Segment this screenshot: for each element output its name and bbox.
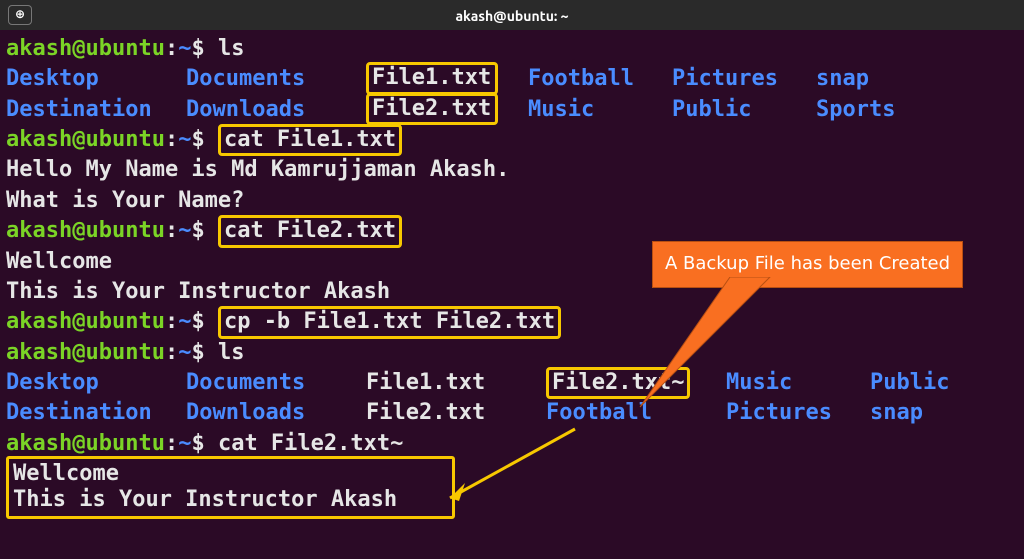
highlight-cat1: cat File1.txt bbox=[218, 124, 402, 156]
ls-item: Desktop bbox=[6, 368, 186, 398]
new-tab-icon: ⊕ bbox=[15, 7, 25, 24]
callout-text: A Backup File has been Created bbox=[665, 253, 950, 274]
terminal[interactable]: akash@ubuntu:~$ ls DesktopDocumentsFile1… bbox=[0, 30, 1024, 520]
highlight-backup-file: File2.txt~ bbox=[546, 367, 690, 399]
annotation-callout: A Backup File has been Created bbox=[652, 241, 963, 288]
prompt-user: akash@ubuntu bbox=[6, 36, 165, 61]
prompt-line-4: akash@ubuntu:~$ cp -b File1.txt File2.tx… bbox=[6, 307, 1018, 337]
ls-item: Documents bbox=[186, 368, 366, 398]
output-line: Hello My Name is Md Kamrujjaman Akash. bbox=[6, 155, 1018, 185]
ls-item: Destination bbox=[6, 398, 186, 428]
prompt-line-6: akash@ubuntu:~$ cat File2.txt~ bbox=[6, 429, 1018, 459]
highlight-backup-output: Wellcome This is Your Instructor Akash bbox=[6, 456, 455, 519]
ls-item: Desktop bbox=[6, 64, 186, 94]
ls-item: Pictures bbox=[726, 398, 870, 428]
ls-item: Music bbox=[726, 368, 870, 398]
ls-item: File2.txt~ bbox=[552, 370, 684, 396]
ls2-row1: DesktopDocumentsFile1.txtFile2.txt~ Music… bbox=[6, 368, 1018, 398]
ls-item: Downloads bbox=[186, 95, 366, 125]
window-titlebar: ⊕ akash@ubuntu: ~ bbox=[0, 0, 1024, 30]
ls-item: Football bbox=[546, 398, 726, 428]
ls-item: Downloads bbox=[186, 398, 366, 428]
ls-item: File2.txt bbox=[366, 398, 546, 428]
output-line: This is Your Instructor Akash bbox=[13, 487, 448, 513]
ls-item: File2.txt bbox=[372, 96, 492, 122]
prompt-line-5: akash@ubuntu:~$ ls bbox=[6, 338, 1018, 368]
ls-item: snap bbox=[816, 64, 869, 94]
output-line: Wellcome bbox=[13, 461, 448, 487]
highlight-cp: cp -b File1.txt File2.txt bbox=[218, 306, 561, 338]
ls-item: Public bbox=[672, 95, 816, 125]
ls-item: Sports bbox=[816, 95, 895, 125]
prompt-line-1: akash@ubuntu:~$ ls bbox=[6, 34, 1018, 64]
ls-item: File1.txt bbox=[366, 368, 546, 398]
ls1-row1: DesktopDocumentsFile1.txt FootballPicture… bbox=[6, 64, 1018, 94]
ls-item: Public bbox=[870, 368, 949, 398]
prompt-dollar: $ bbox=[191, 36, 204, 61]
ls-item: Football bbox=[528, 64, 672, 94]
cmd-text: ls bbox=[205, 36, 245, 61]
prompt-path: ~ bbox=[178, 36, 191, 61]
ls1-row2: DestinationDownloadsFile2.txt MusicPublic… bbox=[6, 95, 1018, 125]
ls-item: Music bbox=[528, 95, 672, 125]
ls-item: Pictures bbox=[672, 64, 816, 94]
new-tab-button[interactable]: ⊕ bbox=[8, 5, 32, 25]
prompt-line-2: akash@ubuntu:~$ cat File1.txt bbox=[6, 125, 1018, 155]
ls-item: File1.txt bbox=[372, 65, 492, 91]
ls2-row2: DestinationDownloadsFile2.txtFootballPic… bbox=[6, 398, 1018, 428]
ls-item: Documents bbox=[186, 64, 366, 94]
highlight-cat2: cat File2.txt bbox=[218, 215, 402, 247]
ls-item: snap bbox=[870, 398, 923, 428]
window-title: akash@ubuntu: ~ bbox=[455, 7, 568, 26]
ls-item: Destination bbox=[6, 95, 186, 125]
output-line: What is Your Name? bbox=[6, 186, 1018, 216]
